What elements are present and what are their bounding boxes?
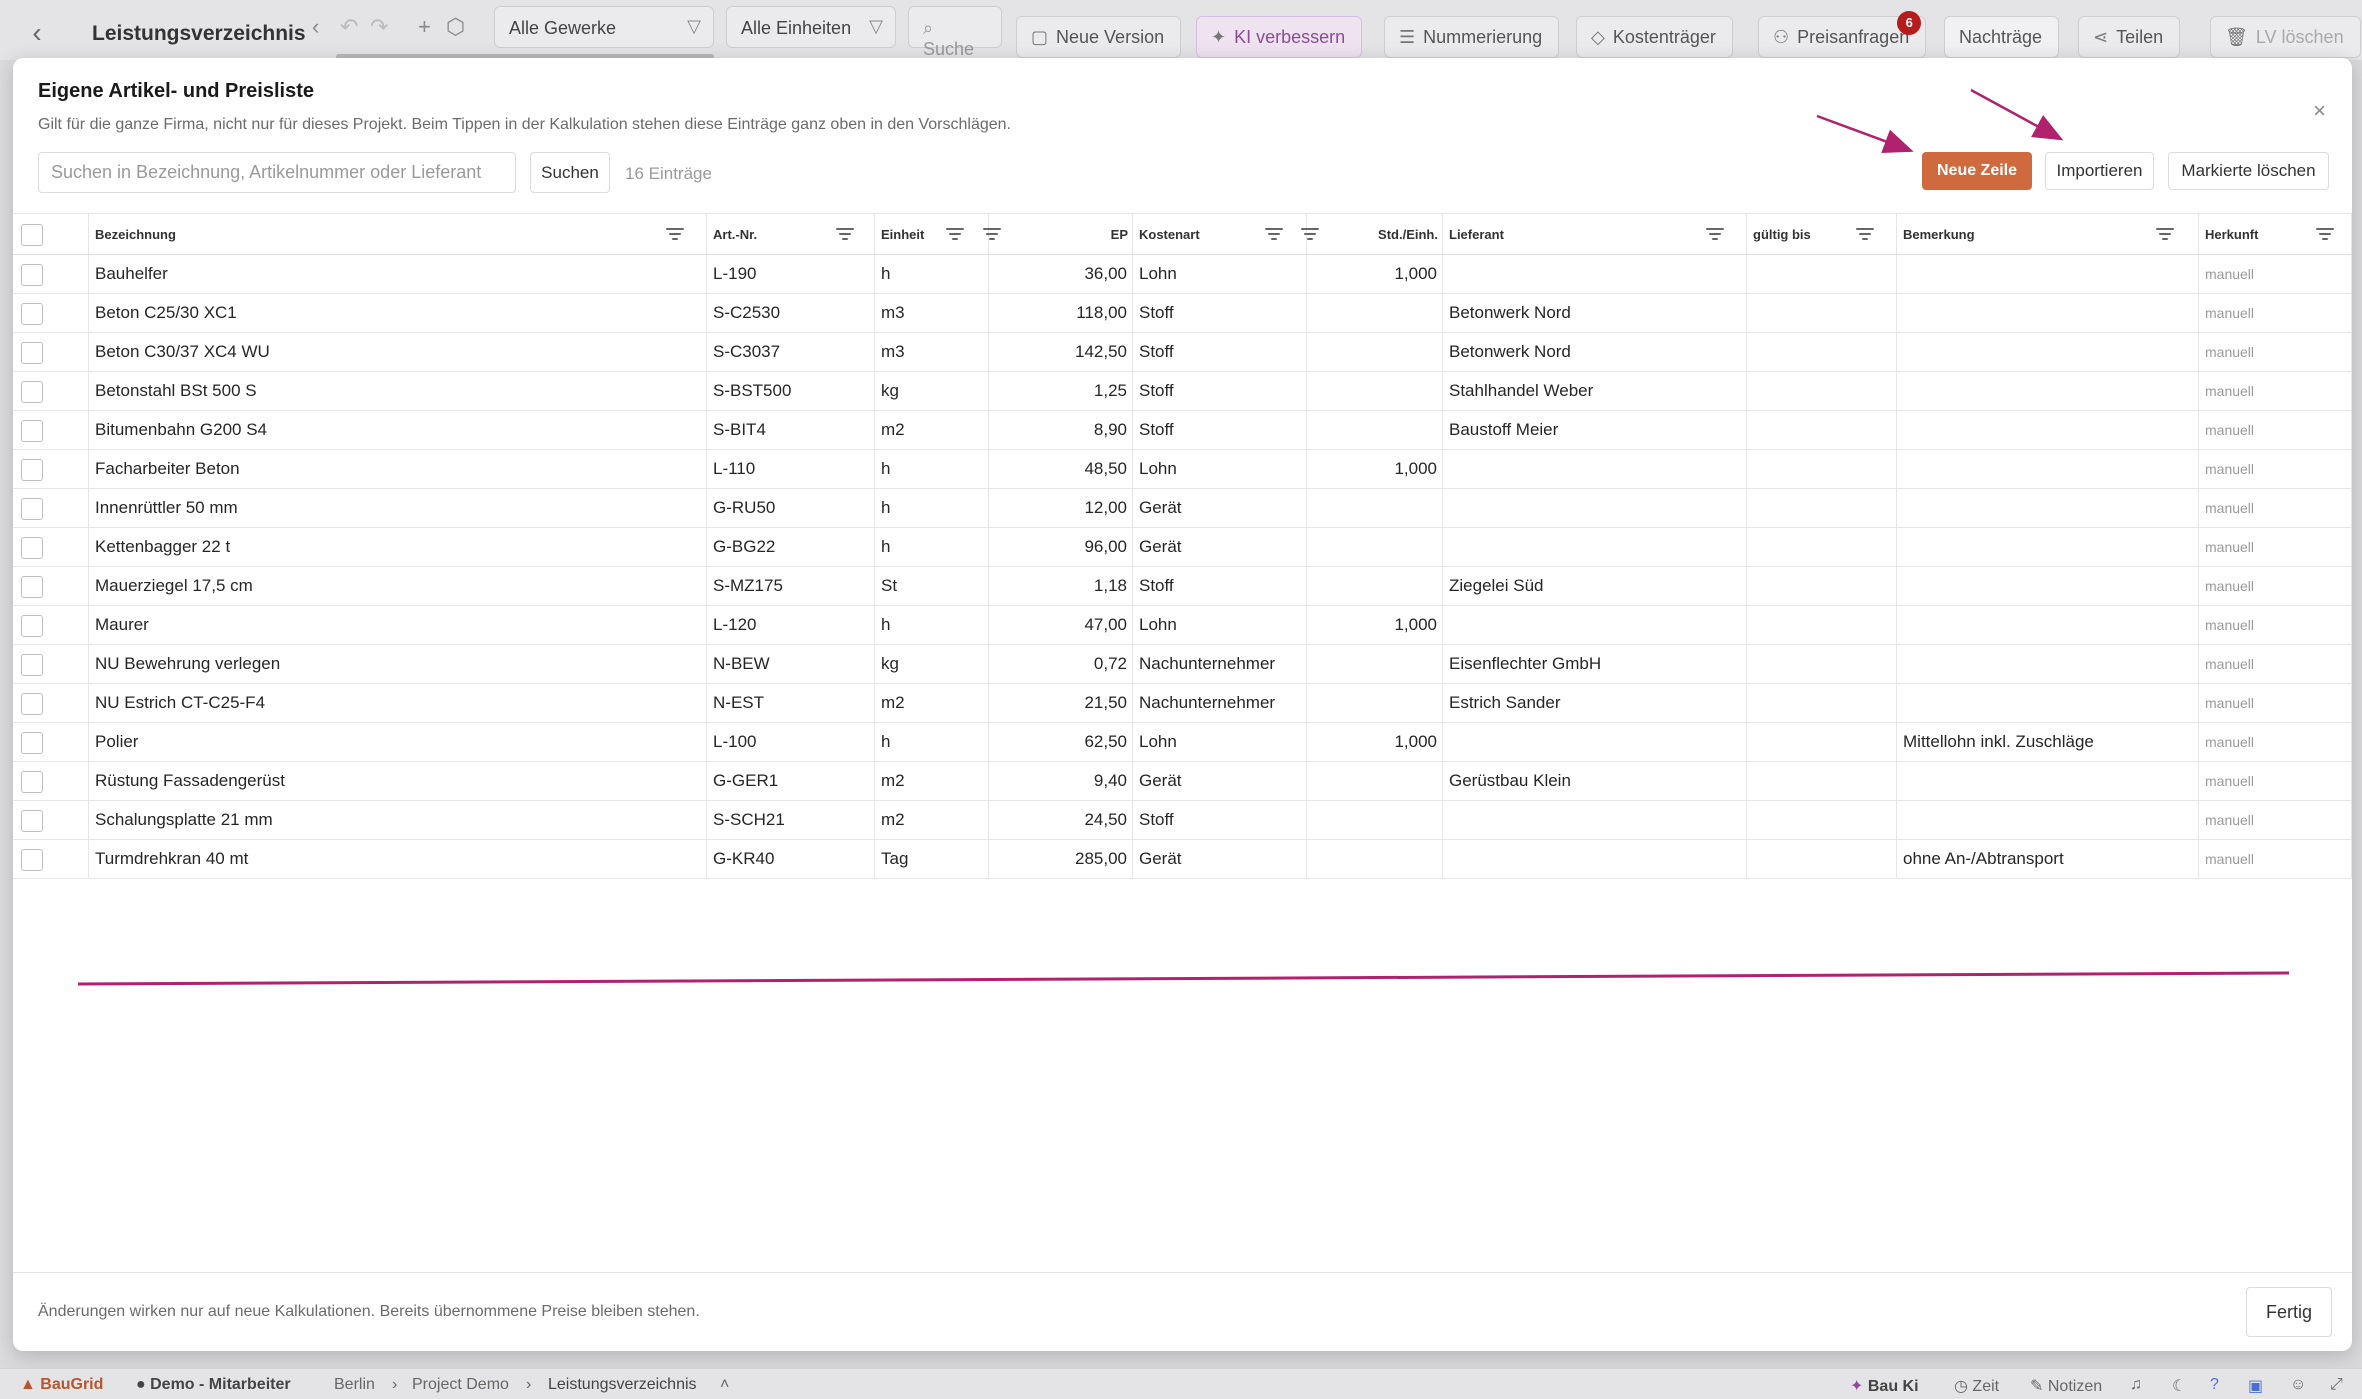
supplements-button[interactable]: Nachträge [1944, 16, 2060, 58]
chevron-up-icon[interactable]: ˄ [720, 1376, 729, 1394]
status-bar: ▲ BauGrid ● Demo - Mitarbeiter Berlin › … [0, 1368, 2362, 1399]
clock-icon: ◷ [1954, 1378, 1968, 1395]
trade-filter[interactable]: Alle Gewerke ▽ [494, 6, 714, 48]
done-button[interactable]: Fertig [2246, 1287, 2332, 1337]
sparkle-icon: ✦ [1850, 1378, 1864, 1395]
share-icon: ⋖ [2093, 27, 2109, 47]
new-version-button[interactable]: ▢ Neue Version [1016, 16, 1182, 58]
add-icon[interactable]: + [418, 14, 431, 40]
share-button[interactable]: ⋖ Teilen [2078, 16, 2181, 58]
bau-ki-label: Bau Ki [1867, 1378, 1919, 1395]
footer-divider [13, 1272, 2352, 1273]
cube-icon[interactable]: ⬡ [446, 14, 465, 40]
user-name: Demo - Mitarbeiter [150, 1376, 291, 1393]
avatar: ● [136, 1376, 146, 1393]
document-icon: ▢ [1031, 27, 1049, 47]
breadcrumb-project[interactable]: Project Demo [412, 1376, 509, 1394]
moon-icon[interactable]: ☾ [2172, 1376, 2186, 1396]
filter-icon: ▽ [869, 16, 883, 36]
toolbar-search-placeholder: Suche [923, 39, 975, 59]
bau-ki-button[interactable]: ✦ Bau Ki [1850, 1376, 1919, 1396]
brand-name: BauGrid [40, 1376, 104, 1393]
price-list-dialog: Eigene Artikel- und Preisliste Gilt für … [13, 58, 2352, 1351]
breadcrumb-current[interactable]: Leistungsverzeichnis [548, 1376, 697, 1394]
people-icon: ⚇ [1773, 27, 1790, 47]
numbering-label: Nummerierung [1423, 27, 1543, 47]
tag-icon: ◇ [1591, 27, 1605, 47]
background-panel [0, 60, 13, 1360]
delete-lv-label: LV löschen [2255, 27, 2344, 47]
underline-annotation [77, 971, 2290, 986]
bell-icon[interactable]: ♫ [2130, 1376, 2142, 1394]
app-toolbar: ‹ Leistungsverzeichnis ‹ ↶ ↷ + ⬡ Alle Ge… [0, 0, 2362, 60]
share-label: Teilen [2116, 27, 2164, 47]
chevron-right-icon: › [526, 1376, 532, 1393]
profile-icon[interactable]: ☺ [2290, 1376, 2306, 1394]
toolbar-search[interactable]: ⌕ Suche [908, 6, 1002, 59]
ki-improve-label: KI verbessern [1234, 27, 1346, 47]
fullscreen-icon[interactable]: ⤢ [2330, 1376, 2343, 1394]
trash-icon: 🗑 [2225, 27, 2248, 47]
filter-icon: ▽ [687, 16, 701, 36]
cost-bearer-label: Kostenträger [1612, 27, 1716, 47]
user-menu[interactable]: ● Demo - Mitarbeiter [136, 1376, 291, 1394]
cost-bearer-button[interactable]: ◇ Kostenträger [1576, 16, 1733, 58]
footer-note: Änderungen wirken nur auf neue Kalkulati… [38, 1303, 700, 1320]
notification-badge: 6 [1897, 11, 1922, 35]
supplements-label: Nachträge [1959, 27, 2043, 47]
app-icon[interactable]: ▣ [2248, 1376, 2263, 1396]
page-title: Leistungsverzeichnis [92, 22, 306, 45]
redo-icon[interactable]: ↷ [370, 14, 388, 40]
sparkle-icon: ✦ [1211, 27, 1227, 47]
search-icon: ⌕ [923, 18, 934, 38]
chevron-left-icon[interactable]: ‹ [312, 14, 319, 40]
trade-filter-label: Alle Gewerke [509, 18, 617, 38]
ki-improve-button[interactable]: ✦ KI verbessern [1196, 16, 1363, 58]
pencil-icon: ✎ [2030, 1378, 2044, 1395]
chevron-right-icon: › [392, 1376, 398, 1393]
time-label: Zeit [1972, 1378, 2000, 1395]
new-version-label: Neue Version [1056, 27, 1165, 47]
numbering-button[interactable]: ☰ Nummerierung [1384, 16, 1560, 58]
price-requests-label: Preisanfragen [1797, 27, 1910, 47]
delete-lv-button[interactable]: 🗑 LV löschen [2210, 16, 2361, 58]
unit-filter[interactable]: Alle Einheiten ▽ [726, 6, 896, 48]
notes-label: Notizen [2047, 1378, 2103, 1395]
price-requests-button[interactable]: ⚇ Preisanfragen 6 [1758, 11, 1927, 58]
breadcrumb-berlin[interactable]: Berlin [334, 1376, 375, 1394]
back-icon[interactable]: ‹ [22, 18, 52, 48]
notes-button[interactable]: ✎ Notizen [2030, 1376, 2102, 1396]
time-button[interactable]: ◷ Zeit [1954, 1376, 1999, 1396]
unit-filter-label: Alle Einheiten [741, 18, 852, 38]
brand-logo[interactable]: ▲ BauGrid [20, 1376, 103, 1394]
undo-icon[interactable]: ↶ [340, 14, 358, 40]
list-icon: ☰ [1399, 27, 1416, 47]
help-icon[interactable]: ? [2210, 1376, 2219, 1394]
